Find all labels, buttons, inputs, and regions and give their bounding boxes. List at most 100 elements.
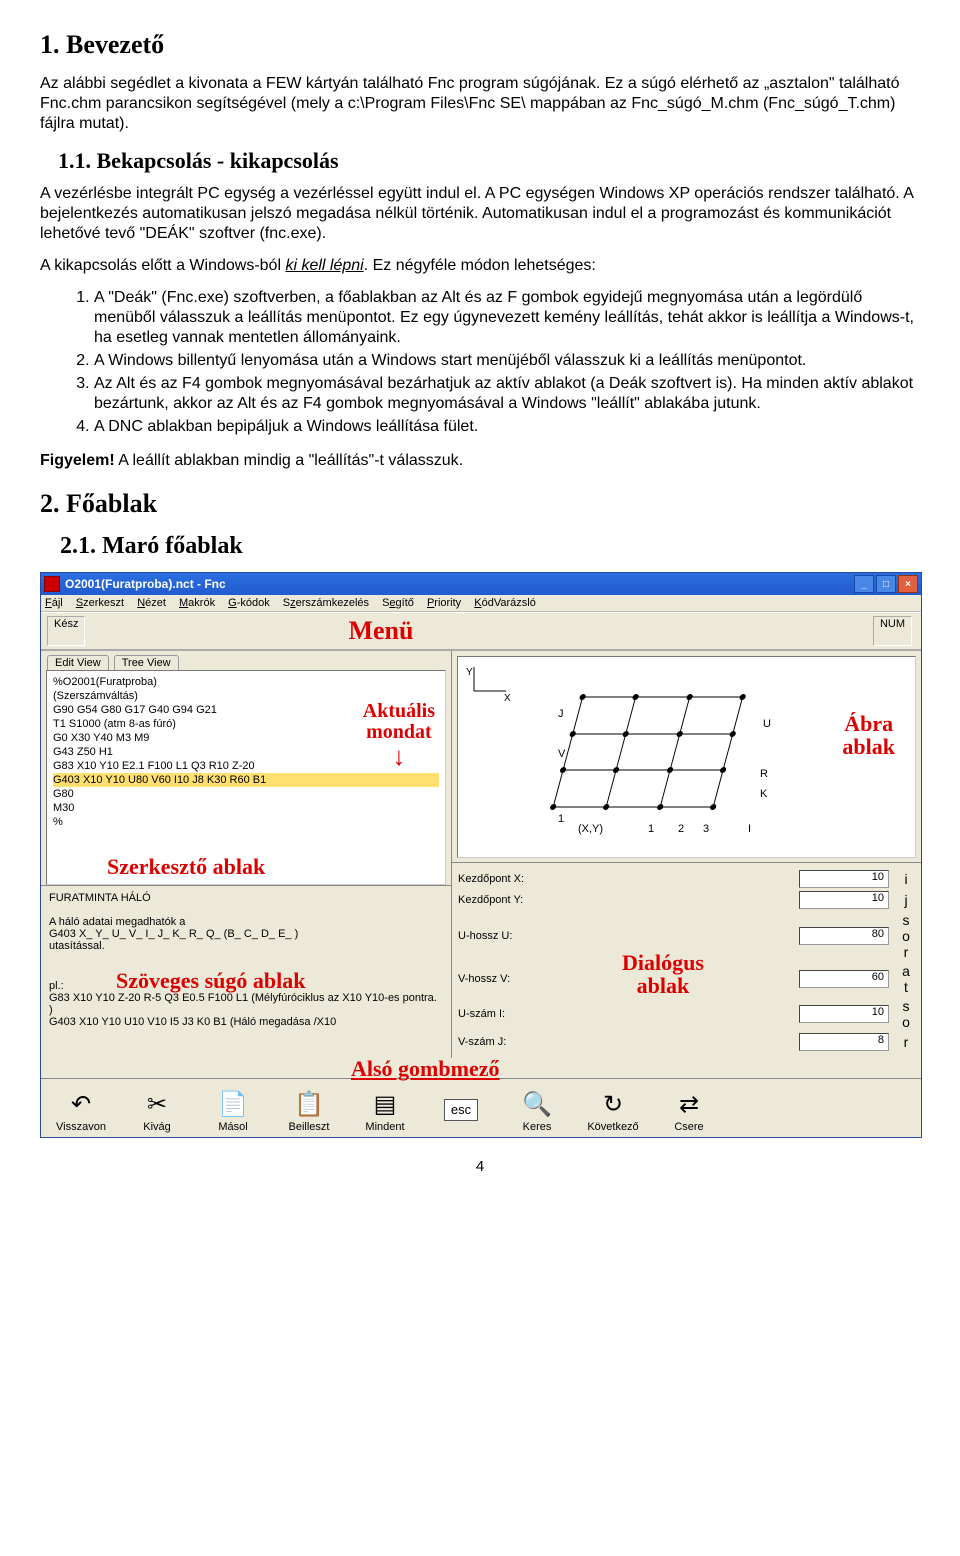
side-char: j	[897, 892, 915, 908]
menu-item[interactable]: Makrók	[179, 597, 215, 609]
editor-pane[interactable]: %O2001(Furatproba) (Szerszámváltás) G90 …	[46, 670, 446, 885]
svg-text:X: X	[504, 693, 511, 703]
field-label: Kezdőpont Y:	[458, 894, 588, 906]
select-all-icon: ▤	[349, 1087, 421, 1121]
help-pane: FURATMINTA HÁLÓ A háló adatai megadhatók…	[41, 885, 451, 1049]
menubar[interactable]: Fájl Szerkeszt Nézet Makrók G-kódok Szer…	[41, 595, 921, 612]
help-title: FURATMINTA HÁLÓ	[49, 892, 443, 904]
svg-text:3: 3	[703, 823, 709, 835]
intro-paragraph: Az alábbi segédlet a kivonata a FEW kárt…	[40, 74, 920, 134]
code-line[interactable]: M30	[53, 801, 439, 815]
field-label: V-hossz V:	[458, 973, 588, 985]
code-line[interactable]: %O2001(Furatproba)	[53, 675, 439, 689]
editor-tabs[interactable]: Edit View Tree View	[41, 651, 451, 670]
side-char: so	[897, 998, 915, 1030]
annotation-also-gombmezo: Alsó gombmező	[351, 1056, 499, 1082]
field-label: Kezdőpont X:	[458, 873, 588, 885]
svg-text:(X,Y): (X,Y)	[578, 823, 603, 835]
input-u-hossz[interactable]: 80	[799, 927, 889, 945]
field-label: U-szám I:	[458, 1008, 588, 1020]
menu-item[interactable]: Szerkeszt	[76, 597, 124, 609]
menu-item[interactable]: Szerszámkezelés	[283, 597, 369, 609]
binoculars-icon: 🔍	[501, 1087, 573, 1121]
tab-tree-view[interactable]: Tree View	[114, 655, 179, 670]
undo-icon: ↶	[45, 1087, 117, 1121]
esc-icon: esc	[444, 1099, 478, 1121]
field-label: U-hossz U:	[458, 930, 588, 942]
annotation-menu: Menü	[348, 616, 413, 646]
svg-text:V: V	[558, 748, 566, 760]
titlebar[interactable]: O2001(Furatproba).nct - Fnc _ □ ×	[41, 573, 921, 595]
svg-text:R: R	[760, 768, 768, 780]
input-u-szam[interactable]: 10	[799, 1005, 889, 1023]
code-line-selected[interactable]: G403 X10 Y10 U80 V60 I10 J8 K30 R60 B1	[53, 773, 439, 787]
paragraph-2: A vezérlésbe integrált PC egység a vezér…	[40, 184, 920, 244]
annotation-szerkeszto: Szerkesztő ablak	[107, 854, 265, 880]
menu-item[interactable]: Nézet	[137, 597, 166, 609]
status-num: NUM	[873, 616, 912, 646]
select-all-button[interactable]: ▤Mindent	[349, 1087, 421, 1133]
input-v-hossz[interactable]: 60	[799, 970, 889, 988]
exit-methods-list: A "Deák" (Fnc.exe) szoftverben, a főabla…	[70, 288, 920, 437]
replace-icon: ⇄	[653, 1087, 725, 1121]
input-v-szam[interactable]: 8	[799, 1033, 889, 1051]
code-line[interactable]: %	[53, 815, 439, 829]
menu-item[interactable]: Fájl	[45, 597, 63, 609]
copy-button[interactable]: 📄Másol	[197, 1087, 269, 1133]
esc-button[interactable]: esc	[425, 1092, 497, 1128]
copy-icon: 📄	[197, 1087, 269, 1121]
svg-text:2: 2	[678, 823, 684, 835]
input-kezdopont-x[interactable]: 10	[799, 870, 889, 888]
undo-button[interactable]: ↶Visszavon	[45, 1087, 117, 1133]
side-char: i	[897, 871, 915, 887]
svg-text:Y: Y	[466, 667, 473, 678]
list-item: A "Deák" (Fnc.exe) szoftverben, a főabla…	[94, 288, 920, 348]
field-label: V-szám J:	[458, 1036, 588, 1048]
warning-paragraph: Figyelem! A leállít ablakban mindig a "l…	[40, 451, 920, 471]
find-button[interactable]: 🔍Keres	[501, 1087, 573, 1133]
menu-item[interactable]: Priority	[427, 597, 461, 609]
grid-diagram: U J V 1 (X,Y) 1 2 3 R K I	[548, 677, 788, 837]
annotation-aktualis-mondat: Aktuálismondat↓	[363, 701, 435, 770]
help-line: G403 X_ Y_ U_ V_ I_ J_ K_ R_ Q_ (B_ C_ D…	[49, 928, 443, 940]
minimize-button[interactable]: _	[854, 575, 874, 593]
find-next-button[interactable]: ↻Következő	[577, 1087, 649, 1133]
list-item: A Windows billentyű lenyomása után a Win…	[94, 351, 920, 371]
input-kezdopont-y[interactable]: 10	[799, 891, 889, 909]
app-window: O2001(Furatproba).nct - Fnc _ □ × Fájl S…	[40, 572, 922, 1138]
code-line[interactable]: G80	[53, 787, 439, 801]
app-icon	[44, 576, 60, 592]
side-char: at	[897, 963, 915, 995]
paste-icon: 📋	[273, 1087, 345, 1121]
axes-icon: YX	[466, 663, 516, 706]
help-line: G83 X10 Y10 Z-20 R-5 Q3 E0.5 F100 L1 (Mé…	[49, 992, 443, 1016]
svg-text:J: J	[558, 708, 564, 720]
tab-edit-view[interactable]: Edit View	[47, 655, 109, 670]
maximize-button[interactable]: □	[876, 575, 896, 593]
menu-item[interactable]: G-kódok	[228, 597, 270, 609]
heading-1: 1. Bevezető	[40, 30, 920, 60]
window-title: O2001(Furatproba).nct - Fnc	[65, 577, 854, 591]
svg-text:I: I	[748, 823, 751, 835]
status-left: Kész	[47, 616, 85, 646]
scissors-icon: ✂	[121, 1087, 193, 1121]
next-icon: ↻	[577, 1087, 649, 1121]
replace-button[interactable]: ⇄Csere	[653, 1087, 725, 1133]
annotation-dialogus: Dialógusablak	[622, 951, 704, 997]
menu-item[interactable]: Segítő	[382, 597, 414, 609]
dialog-pane[interactable]: Kezdőpont X: 10 i Kezdőpont Y: 10 j U-hossz …	[452, 862, 921, 1058]
svg-text:1: 1	[558, 813, 564, 825]
annotation-abra: Ábraablak	[842, 712, 895, 758]
paste-button[interactable]: 📋Beilleszt	[273, 1087, 345, 1133]
cut-button[interactable]: ✂Kivág	[121, 1087, 193, 1133]
close-button[interactable]: ×	[898, 575, 918, 593]
list-item: A DNC ablakban bepipáljuk a Windows leál…	[94, 417, 920, 437]
menu-item[interactable]: KódVarázsló	[474, 597, 536, 609]
paragraph-3: A kikapcsolás előtt a Windows-ból ki kel…	[40, 256, 920, 276]
annotation-sugo: Szöveges súgó ablak	[116, 968, 305, 994]
list-item: Az Alt és az F4 gombok megnyomásával bez…	[94, 374, 920, 414]
heading-2-1: 2.1. Maró főablak	[60, 533, 920, 560]
svg-text:U: U	[763, 718, 771, 730]
help-line: G403 X10 Y10 U10 V10 I5 J3 K0 B1 (Háló m…	[49, 1016, 443, 1028]
bottom-toolbar: ↶Visszavon ✂Kivág 📄Másol 📋Beilleszt ▤Min…	[41, 1078, 921, 1137]
